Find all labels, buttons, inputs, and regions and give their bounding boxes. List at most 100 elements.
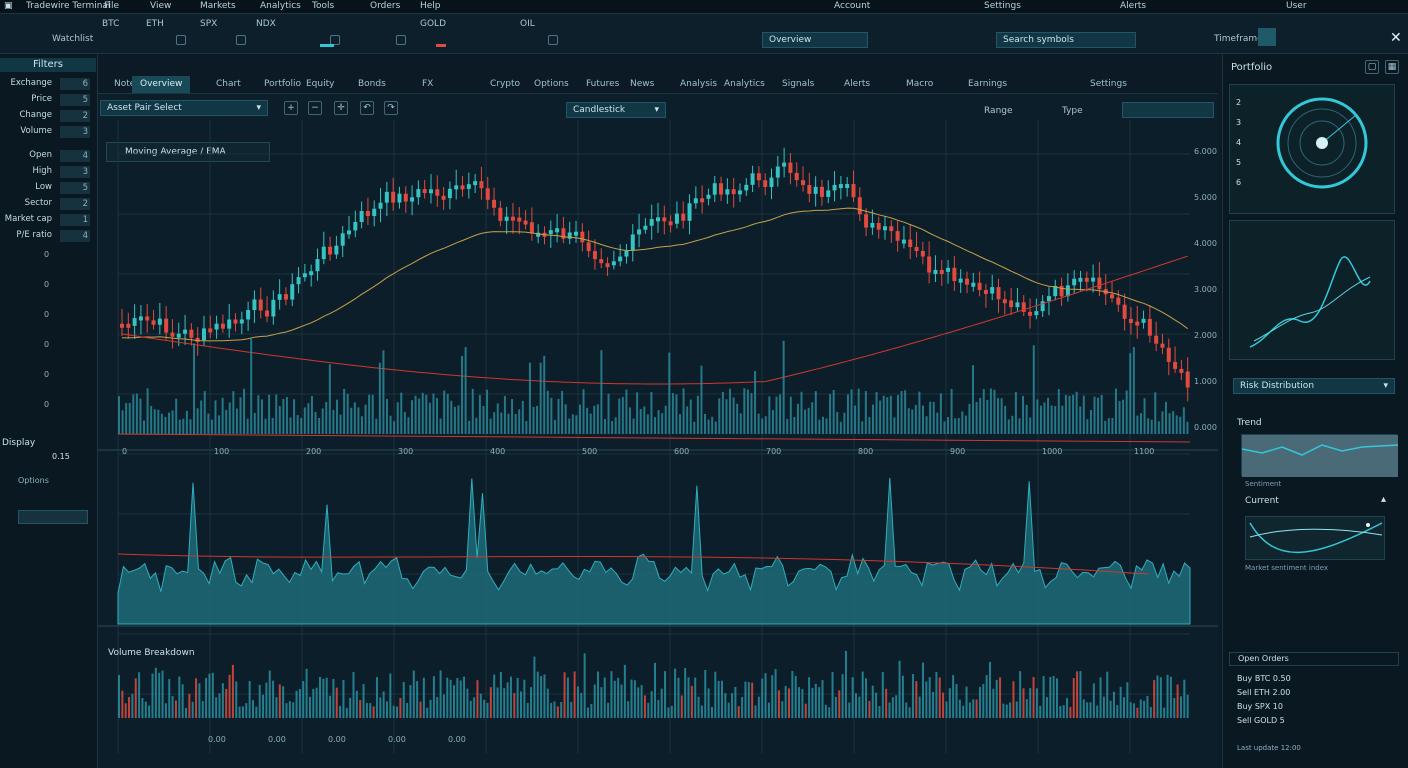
menu-tab[interactable]: Orders [370,1,400,11]
bookmark-icon[interactable] [1258,28,1276,46]
grid-view-icon[interactable]: ▦ [1385,60,1399,74]
menu-tab[interactable]: Analytics [260,1,301,11]
volume-bar [335,687,338,718]
filter-row[interactable]: Change 2 [0,110,96,124]
tab-9[interactable]: Futures [578,76,627,93]
filter-row[interactable]: High 3 [0,166,96,180]
tab-12[interactable]: Analytics [716,76,773,93]
volume-bar [1079,406,1082,434]
menu-right-item[interactable]: Settings [984,1,1021,11]
close-icon[interactable]: ✕ [1390,30,1402,46]
tab-1[interactable]: Overview [132,76,191,93]
menu-bar: ▣ Tradewire Terminal File View Markets A… [0,0,1408,14]
measure-icon[interactable] [396,35,406,45]
volume-bar [614,417,617,434]
volume-bar [329,695,332,718]
volume-bar [661,413,664,434]
tab-7[interactable]: Crypto [482,76,528,93]
menu-tab[interactable]: Markets [200,1,236,11]
settings-icon[interactable] [548,35,558,45]
candle-body [391,191,396,203]
tab-16[interactable]: Earnings [960,76,1015,93]
candle-body [201,328,206,341]
menu-right-item[interactable]: User [1286,1,1307,11]
volume-bar [271,417,274,434]
ticker-spx[interactable]: SPX [200,19,217,29]
volume-bar [821,680,824,718]
order-item[interactable]: Sell ETH 2.00 [1237,688,1290,697]
symbol-field[interactable]: Overview [762,32,868,48]
tab-6[interactable]: FX [414,76,441,93]
volume-bar [687,677,690,718]
volume-bar [1123,697,1125,718]
candle-body [1122,304,1127,319]
watchlist-label[interactable]: Watchlist [52,34,93,44]
volume-bar [486,389,489,434]
candle-body [258,299,263,311]
filter-row[interactable]: Low 5 [0,182,96,196]
menu-right-item[interactable]: Alerts [1120,1,1146,11]
filter-row[interactable]: Exchange 6 [0,78,96,92]
candle-body [523,220,528,225]
menu-tab[interactable]: Help [420,1,441,11]
options-label[interactable]: Options [18,476,49,485]
candle-body [220,323,225,329]
volume-bar [489,687,492,718]
volume-bar [1059,705,1062,718]
volume-bar [469,700,472,718]
tab-14[interactable]: Alerts [836,76,878,93]
filter-row[interactable]: Price 5 [0,94,96,108]
filter-row[interactable]: Sector 2 [0,198,96,212]
ticker-oil[interactable]: OIL [520,19,535,29]
candle-body [183,329,188,334]
volume-bar [507,413,510,434]
price-chart[interactable]: 0 100 200 300 400 500 600 700 800 900 1000 1100 6.00… [98,94,1218,768]
volume-bar [972,365,975,434]
filter-row[interactable]: Open 4 [0,150,96,164]
tab-2[interactable]: Chart [208,76,249,93]
tab-8[interactable]: Options [526,76,577,93]
filter-row[interactable]: Market cap 1 [0,214,96,228]
tab-17[interactable]: Settings [1082,76,1135,93]
order-item[interactable]: Sell GOLD 5 [1237,716,1285,725]
candle-body [195,337,200,342]
ticker-gold[interactable]: GOLD [420,19,446,29]
ticker-eth[interactable]: ETH [146,19,164,29]
ticker-ndx[interactable]: NDX [256,19,276,29]
menu-right-item[interactable]: Account [834,1,870,11]
volume-bar [700,705,703,718]
candle-body [517,217,522,222]
x-tick-label: 600 [674,447,689,456]
volume-bar [914,404,917,434]
volume-bar [443,390,446,434]
grid-icon[interactable] [176,35,186,45]
ticker-btc[interactable]: BTC [102,19,119,29]
candle-body [208,328,213,333]
volume-bar [1119,686,1122,718]
tab-15[interactable]: Macro [898,76,941,93]
risk-dropdown[interactable]: Risk Distribution ▾ [1233,378,1395,394]
expand-icon[interactable]: ▢ [1365,60,1379,74]
filter-row[interactable]: Volume 3 [0,126,96,140]
timeframe-label[interactable]: Timeframe [1214,34,1263,44]
order-item[interactable]: Buy BTC 0.50 [1237,674,1291,683]
order-item[interactable]: Buy SPX 10 [1237,702,1283,711]
candle-body [952,267,957,282]
display-label[interactable]: Display [2,438,35,448]
volume-bar [907,408,910,434]
tab-10[interactable]: News [622,76,662,93]
menu-tab[interactable]: View [150,1,171,11]
filter-row[interactable]: P/E ratio 4 [0,230,96,244]
menu-tab[interactable]: Tools [312,1,334,11]
menu-tab[interactable]: File [104,1,119,11]
candle-body [277,294,282,300]
volume-bar [841,674,844,718]
tab-5[interactable]: Bonds [350,76,394,93]
collapse-icon[interactable]: ▴ [1381,494,1386,505]
layers-icon[interactable] [236,35,246,45]
search-input[interactable]: Search symbols [996,32,1136,48]
tab-4[interactable]: Equity [298,76,342,93]
tab-13[interactable]: Signals [774,76,822,93]
volume-bar [864,391,867,434]
options-button[interactable] [18,510,88,524]
